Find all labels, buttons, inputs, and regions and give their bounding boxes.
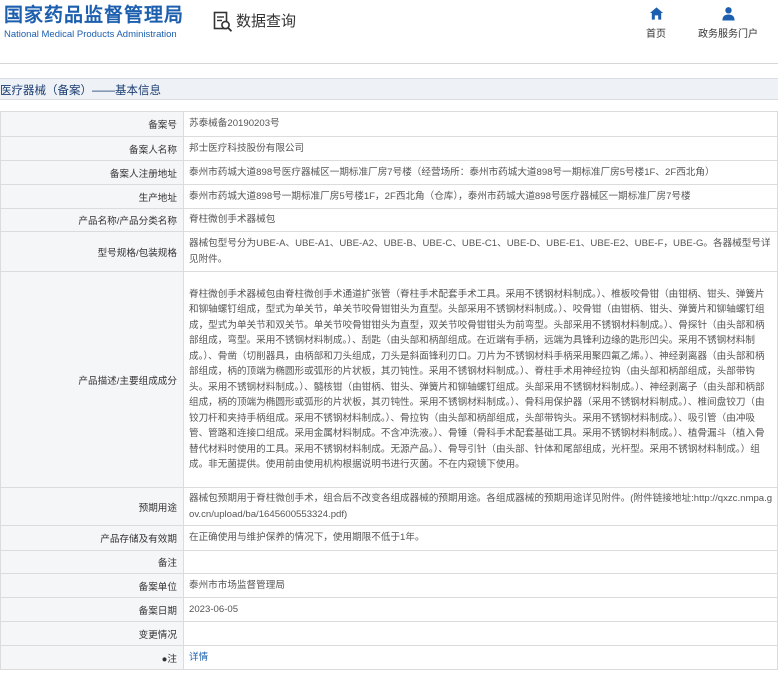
row-label: 备案人注册地址 bbox=[0, 160, 184, 185]
table-row: 备案人名称 邦士医疗科技股份有限公司 bbox=[0, 136, 778, 161]
nav-home-label: 首页 bbox=[646, 29, 666, 40]
site-header: 国家药品监督管理局 National Medical Products Admi… bbox=[0, 0, 778, 46]
row-label: 产品存储及有效期 bbox=[0, 525, 184, 551]
data-query-label: 数据查询 bbox=[236, 13, 297, 30]
row-label: 预期用途 bbox=[0, 487, 184, 526]
row-label: 备案号 bbox=[0, 111, 184, 137]
table-row: ●注 详情 bbox=[0, 645, 778, 670]
nav-service-portal-label: 政务服务门户 bbox=[698, 29, 758, 40]
row-value: 苏泰械备20190203号 bbox=[183, 111, 778, 137]
table-row: 型号规格/包装规格 器械包型号分为UBE-A、UBE-A1、UBE-A2、UBE… bbox=[0, 231, 778, 272]
row-value: 在正确使用与维护保养的情况下，使用期限不低于1年。 bbox=[183, 525, 778, 551]
table-row: 备案人注册地址 泰州市药城大道898号医疗器械区一期标准厂房7号楼（经营场所：泰… bbox=[0, 160, 778, 185]
data-query-title: 数据查询 bbox=[213, 11, 296, 33]
user-icon bbox=[721, 7, 735, 21]
row-value: 详情 bbox=[183, 645, 778, 670]
row-label: 变更情况 bbox=[0, 621, 184, 646]
row-value: 2023-06-05 bbox=[183, 597, 778, 622]
details-link[interactable]: 详情 bbox=[189, 652, 208, 663]
row-value: 脊柱微创手术器械包 bbox=[183, 208, 778, 232]
table-row: 备案号 苏泰械备20190203号 bbox=[0, 111, 778, 137]
row-value: 器械包型号分为UBE-A、UBE-A1、UBE-A2、UBE-B、UBE-C、U… bbox=[183, 231, 778, 272]
row-label: 产品名称/产品分类名称 bbox=[0, 208, 184, 232]
table-row: 预期用途 器械包预期用于脊柱微创手术，组合后不改变各组成器械的预期用途。各组成器… bbox=[0, 487, 778, 526]
section-header: 医疗器械（备案）——基本信息 bbox=[0, 78, 778, 100]
section-title: 医疗器械（备案）——基本信息 bbox=[0, 85, 161, 97]
brand-name-cn: 国家药品监督管理局 bbox=[4, 5, 185, 26]
row-label: 备案人名称 bbox=[0, 136, 184, 161]
row-value: 泰州市市场监督管理局 bbox=[183, 573, 778, 598]
row-label: 型号规格/包装规格 bbox=[0, 231, 184, 272]
table-row: 产品名称/产品分类名称 脊柱微创手术器械包 bbox=[0, 208, 778, 232]
row-label: ●注 bbox=[0, 645, 184, 670]
table-row: 产品存储及有效期 在正确使用与维护保养的情况下，使用期限不低于1年。 bbox=[0, 525, 778, 551]
row-value bbox=[183, 621, 778, 646]
nav-service-portal[interactable]: 政务服务门户 bbox=[698, 6, 758, 40]
table-row: 产品描述/主要组成成分 脊柱微创手术器械包由脊柱微创手术通道扩张管（脊柱手术配套… bbox=[0, 271, 778, 488]
row-label: 生产地址 bbox=[0, 184, 184, 209]
site-logo[interactable]: 国家药品监督管理局 National Medical Products Admi… bbox=[4, 5, 184, 42]
row-value: 器械包预期用于脊柱微创手术，组合后不改变各组成器械的预期用途。各组成器械的预期用… bbox=[183, 487, 778, 526]
row-label: 产品描述/主要组成成分 bbox=[0, 271, 184, 488]
row-value: 脊柱微创手术器械包由脊柱微创手术通道扩张管（脊柱手术配套手术工具。采用不锈钢材料… bbox=[183, 271, 778, 488]
row-value: 泰州市药城大道898号医疗器械区一期标准厂房7号楼（经营场所：泰州市药城大道89… bbox=[183, 160, 778, 185]
row-value: 邦士医疗科技股份有限公司 bbox=[183, 136, 778, 161]
table-row: 变更情况 bbox=[0, 621, 778, 646]
document-search-icon bbox=[213, 11, 233, 32]
basic-info-table: 备案号 苏泰械备20190203号 备案人名称 邦士医疗科技股份有限公司 备案人… bbox=[0, 111, 778, 670]
header-divider bbox=[0, 63, 778, 64]
table-row: 备案单位 泰州市市场监督管理局 bbox=[0, 573, 778, 598]
brand-name-en: National Medical Products Administration bbox=[4, 29, 177, 40]
row-label: 备注 bbox=[0, 550, 184, 574]
row-value bbox=[183, 550, 778, 574]
row-value: 泰州市药城大道898号一期标准厂房5号楼1F，2F西北角（仓库），泰州市药城大道… bbox=[183, 184, 778, 209]
home-icon bbox=[649, 7, 663, 20]
table-row: 备案日期 2023-06-05 bbox=[0, 597, 778, 622]
row-label: 备案日期 bbox=[0, 597, 184, 622]
table-row: 备注 bbox=[0, 550, 778, 574]
table-row: 生产地址 泰州市药城大道898号一期标准厂房5号楼1F，2F西北角（仓库），泰州… bbox=[0, 184, 778, 209]
row-label: 备案单位 bbox=[0, 573, 184, 598]
nav-home[interactable]: 首页 bbox=[646, 6, 666, 40]
